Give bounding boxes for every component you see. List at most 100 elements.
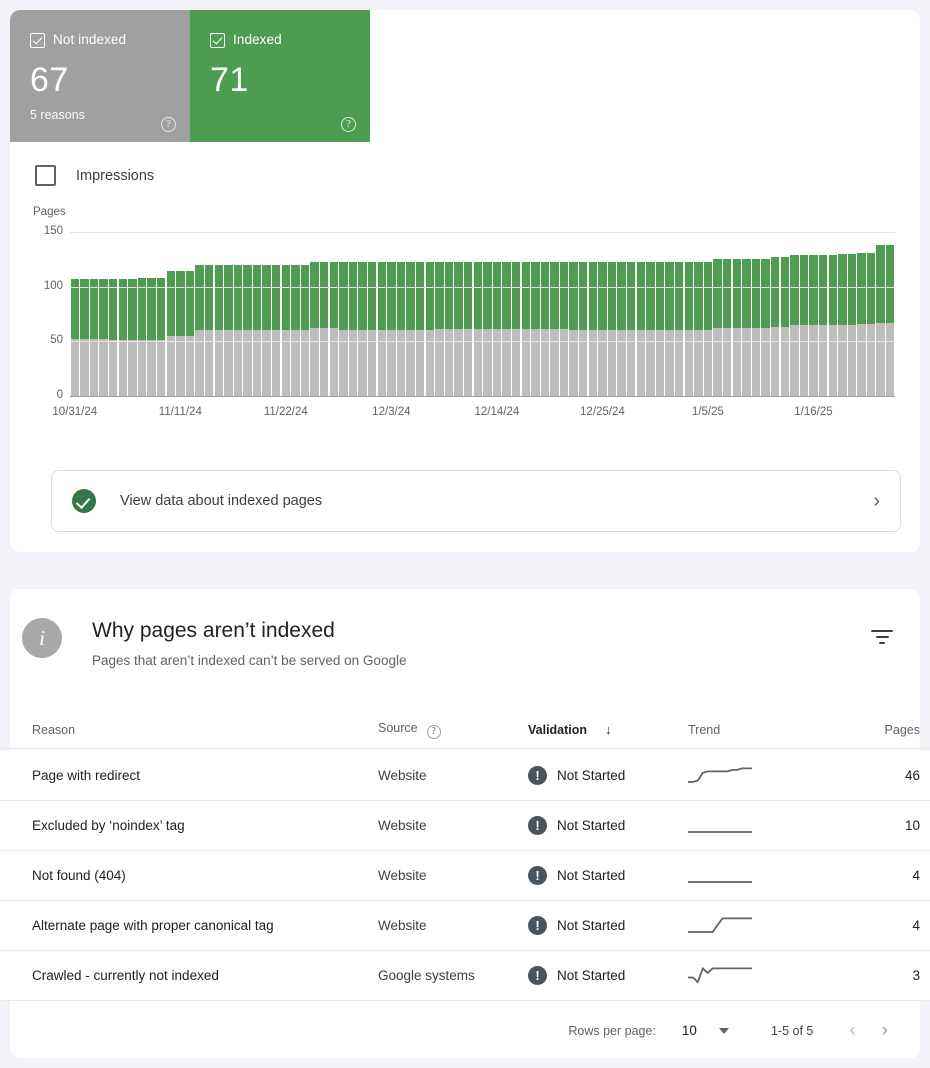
chart-bar[interactable] [770,232,780,396]
chart-bar[interactable] [166,232,176,396]
chart-bar[interactable] [176,232,186,396]
chart-bar[interactable] [224,232,234,396]
chart-bar[interactable] [531,232,541,396]
chart-bar[interactable] [271,232,281,396]
previous-page-button[interactable]: ‹ [849,1021,855,1040]
chart-bar[interactable] [751,232,761,396]
chart-bar[interactable] [291,232,301,396]
table-row[interactable]: Excluded by ‘noindex’ tag Website! Not Sta… [0,801,930,851]
chart-bar[interactable] [454,232,464,396]
chart-bar[interactable] [252,232,262,396]
chart-bar[interactable] [367,232,377,396]
chart-bar[interactable] [233,232,243,396]
chart-bar[interactable] [137,232,147,396]
chart-bar[interactable] [866,232,876,396]
chart-bar[interactable] [828,232,838,396]
chart-bar[interactable] [80,232,90,396]
chart-bar[interactable] [646,232,656,396]
chart-bar[interactable] [387,232,397,396]
chart-bar[interactable] [732,232,742,396]
chart-bar[interactable] [694,232,704,396]
chart-bar[interactable] [511,232,521,396]
chart-bar[interactable] [444,232,454,396]
checkbox-indexed[interactable] [210,32,225,48]
chart-bar[interactable] [156,232,166,396]
chart-bar[interactable] [674,232,684,396]
chart-bar[interactable] [319,232,329,396]
help-icon-source[interactable]: ? [426,724,441,739]
chart-bar[interactable] [780,232,790,396]
chart-bar[interactable] [569,232,579,396]
chart-bar[interactable] [406,232,416,396]
chart-bar[interactable] [435,232,445,396]
chart-bar[interactable] [99,232,109,396]
impressions-toggle[interactable]: Impressions [35,165,154,186]
chart-bar[interactable] [790,232,800,396]
column-header-source[interactable]: Source? [378,721,528,739]
chart-bar[interactable] [684,232,694,396]
chart-bar[interactable] [310,232,320,396]
chart-bar[interactable] [521,232,531,396]
chart-bar[interactable] [358,232,368,396]
chart-bar[interactable] [300,232,310,396]
chart-bar[interactable] [377,232,387,396]
chart-bar[interactable] [607,232,617,396]
chart-bar[interactable] [329,232,339,396]
table-row[interactable]: Crawled - currently not indexed Google sy… [0,951,930,1001]
chart-bar[interactable] [761,232,771,396]
chart-bar[interactable] [578,232,588,396]
column-header-trend[interactable]: Trend [688,723,808,737]
tile-indexed[interactable]: Indexed 71 ? [190,10,370,142]
tile-not-indexed[interactable]: Not indexed 67 5 reasons ? [10,10,190,142]
chart-bar[interactable] [876,232,886,396]
chart-bar[interactable] [665,232,675,396]
chart-bar[interactable] [185,232,195,396]
chart-bar[interactable] [415,232,425,396]
chart-bar[interactable] [857,232,867,396]
chart-bar[interactable] [655,232,665,396]
chart-bar[interactable] [818,232,828,396]
chart-bar[interactable] [147,232,157,396]
checkbox-impressions[interactable] [35,165,56,186]
chart-bar[interactable] [502,232,512,396]
chart-bar[interactable] [742,232,752,396]
help-icon-not-indexed[interactable]: ? [161,117,176,132]
chart-bar[interactable] [799,232,809,396]
chart-bar[interactable] [70,232,80,396]
chart-bar[interactable] [204,232,214,396]
chart-bar[interactable] [128,232,138,396]
chart-bar[interactable] [214,232,224,396]
chart-bar[interactable] [396,232,406,396]
rows-per-page-select[interactable]: 10 [682,1023,729,1038]
chart-bar[interactable] [473,232,483,396]
chart-bar[interactable] [108,232,118,396]
chart-bar[interactable] [598,232,608,396]
chart-bar[interactable] [281,232,291,396]
checkbox-not-indexed[interactable] [30,32,45,48]
chart-bar[interactable] [492,232,502,396]
table-row[interactable]: Not found (404) Website! Not Started 4 [0,851,930,901]
chart-bar[interactable] [617,232,627,396]
chart-bar[interactable] [626,232,636,396]
chart-bar[interactable] [550,232,560,396]
table-row[interactable]: Alternate page with proper canonical tag… [0,901,930,951]
chart-bar[interactable] [703,232,713,396]
chart-bar[interactable] [838,232,848,396]
chart-bar[interactable] [636,232,646,396]
chart-bar[interactable] [348,232,358,396]
chart-bar[interactable] [425,232,435,396]
chart-bar[interactable] [713,232,723,396]
chart-bar[interactable] [588,232,598,396]
view-indexed-pages-banner[interactable]: View data about indexed pages › [51,470,901,532]
chart-bar[interactable] [540,232,550,396]
chart-bar[interactable] [89,232,99,396]
chart-bar[interactable] [339,232,349,396]
chart-bar[interactable] [885,232,895,396]
chart-bar[interactable] [483,232,493,396]
chart-bar[interactable] [463,232,473,396]
chart-bar[interactable] [847,232,857,396]
column-header-pages[interactable]: Pages [808,723,928,737]
filter-icon[interactable] [870,630,894,652]
chart-bar[interactable] [722,232,732,396]
chart-bar[interactable] [559,232,569,396]
